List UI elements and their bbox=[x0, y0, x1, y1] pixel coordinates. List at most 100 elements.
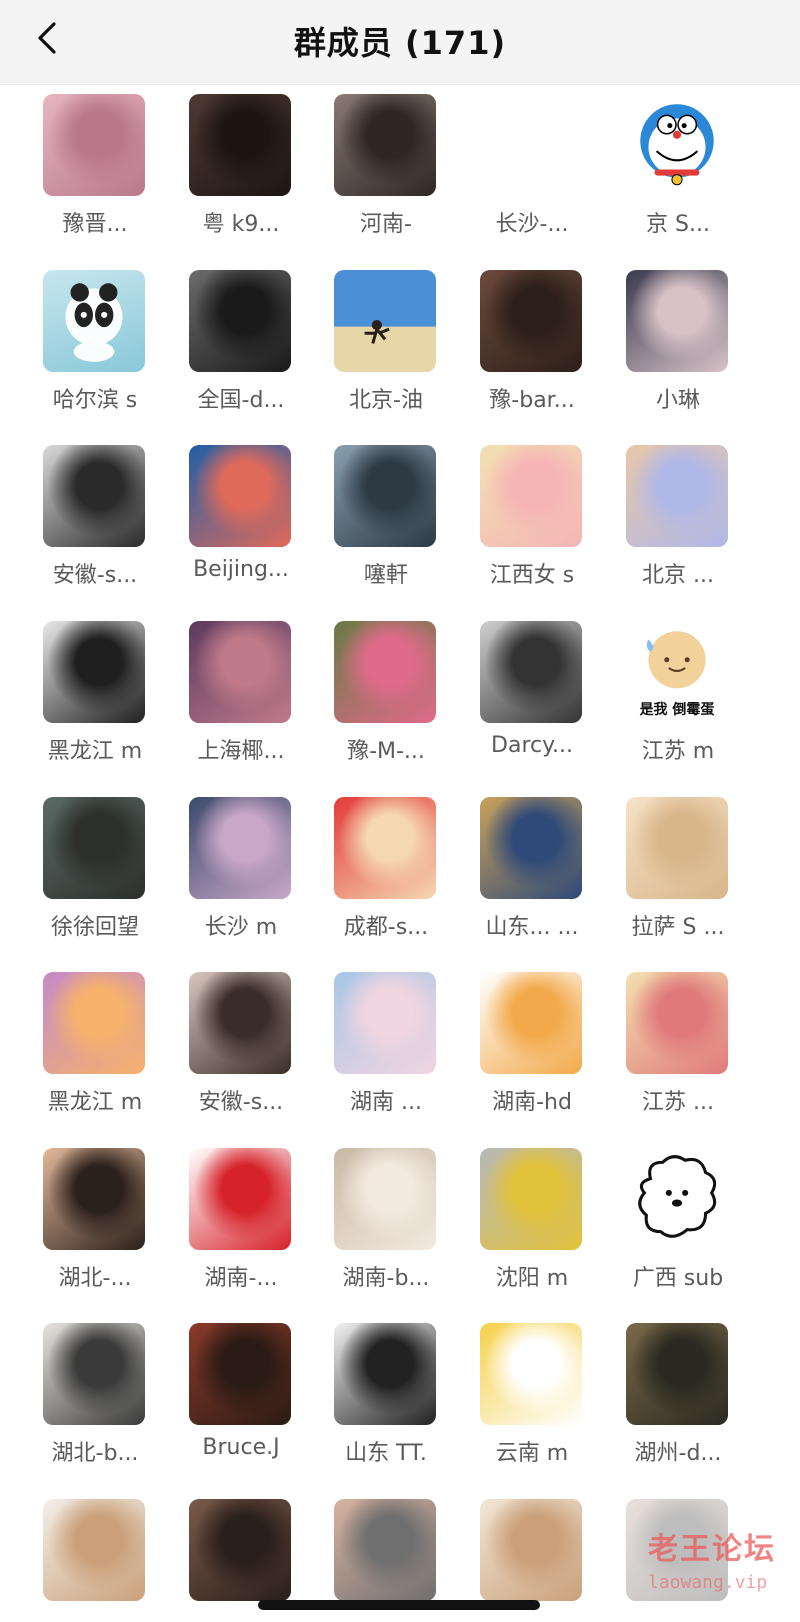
member-item[interactable]: 噻軒 bbox=[311, 437, 461, 607]
member-item[interactable]: 山东 TT. bbox=[311, 1315, 461, 1485]
member-name: 长沙-... bbox=[495, 212, 569, 237]
member-name: 噻軒 bbox=[363, 563, 408, 588]
member-item[interactable]: 豫-bar... bbox=[457, 262, 607, 432]
member-avatar bbox=[626, 797, 728, 899]
member-item[interactable] bbox=[603, 1491, 753, 1622]
member-avatar bbox=[480, 1323, 582, 1425]
member-item[interactable]: 山东... ... bbox=[457, 789, 607, 959]
member-name: 云南 m bbox=[495, 1441, 569, 1466]
member-name: 山东... ... bbox=[485, 915, 579, 940]
member-item[interactable]: 小琳 bbox=[603, 262, 753, 432]
member-avatar bbox=[480, 972, 582, 1074]
member-avatar bbox=[480, 797, 582, 899]
member-name: 湖北-b... bbox=[51, 1441, 139, 1466]
member-item[interactable]: 长沙-... bbox=[457, 86, 607, 256]
member-avatar bbox=[43, 445, 145, 547]
member-item[interactable]: 湖南-b... bbox=[311, 1140, 461, 1310]
member-item[interactable]: 是我 倒霉蛋 江苏 m bbox=[603, 613, 753, 783]
member-name: 小琳 bbox=[655, 388, 700, 413]
member-item[interactable]: 河南- bbox=[311, 86, 461, 256]
member-name: 成都-s... bbox=[343, 915, 429, 940]
member-avatar bbox=[480, 1499, 582, 1601]
member-name: 全国-d... bbox=[197, 388, 285, 413]
member-item[interactable]: 拉萨 S ... bbox=[603, 789, 753, 959]
member-item[interactable]: Beijing... bbox=[166, 437, 316, 607]
member-item[interactable]: 成都-s... bbox=[311, 789, 461, 959]
member-item[interactable]: 粤 k9... bbox=[166, 86, 316, 256]
member-avatar: 是我 倒霉蛋 bbox=[626, 621, 728, 723]
member-name: 湖南-b... bbox=[342, 1266, 430, 1291]
member-avatar bbox=[480, 270, 582, 372]
member-name: 粤 k9... bbox=[202, 212, 280, 237]
member-avatar bbox=[334, 445, 436, 547]
panda-avatar bbox=[65, 283, 123, 362]
member-avatar bbox=[43, 94, 145, 196]
member-name: 京 S... bbox=[646, 212, 710, 237]
member-avatar bbox=[43, 1499, 145, 1601]
member-item[interactable]: 湖南-hd bbox=[457, 964, 607, 1134]
member-item[interactable]: Bruce.J bbox=[166, 1315, 316, 1485]
member-avatar bbox=[626, 1499, 728, 1601]
member-name: 哈尔滨 s bbox=[52, 388, 138, 413]
member-avatar bbox=[43, 797, 145, 899]
member-avatar bbox=[189, 972, 291, 1074]
member-name: 湖南-hd bbox=[492, 1090, 572, 1115]
member-name: 豫-bar... bbox=[489, 388, 575, 413]
member-item[interactable]: 黑龙江 m bbox=[20, 613, 170, 783]
member-name: 河南- bbox=[360, 212, 412, 237]
member-name: 豫-M-... bbox=[347, 739, 425, 764]
sticker-caption: 是我 倒霉蛋 bbox=[639, 702, 715, 718]
member-name: 江苏 ... bbox=[642, 1090, 714, 1115]
group-members-screen: 群成员 (171) 豫晋... 粤 k9... 河南- 长沙-... 京 S... 哈尔滨… bbox=[0, 0, 800, 1622]
member-item[interactable]: 江西女 s bbox=[457, 437, 607, 607]
member-item[interactable]: 北京-油 bbox=[311, 262, 461, 432]
member-item[interactable]: 广西 sub bbox=[603, 1140, 753, 1310]
member-item[interactable]: 豫晋... bbox=[20, 86, 170, 256]
member-avatar bbox=[189, 270, 291, 372]
member-avatar bbox=[626, 270, 728, 372]
member-avatar bbox=[189, 1323, 291, 1425]
member-avatar bbox=[626, 445, 728, 547]
member-item[interactable]: 徐徐回望 bbox=[20, 789, 170, 959]
member-avatar bbox=[189, 94, 291, 196]
member-item[interactable]: 豫-M-... bbox=[311, 613, 461, 783]
member-item[interactable]: 沈阳 m bbox=[457, 1140, 607, 1310]
member-name: 湖北-... bbox=[58, 1266, 132, 1291]
member-item[interactable]: 京 S... bbox=[603, 86, 753, 256]
member-avatar bbox=[334, 1499, 436, 1601]
member-item[interactable]: 全国-d... bbox=[166, 262, 316, 432]
member-item[interactable]: 湖州-d... bbox=[603, 1315, 753, 1485]
member-name: 安徽-s... bbox=[198, 1090, 284, 1115]
member-avatar bbox=[334, 94, 436, 196]
member-item[interactable]: 哈尔滨 s bbox=[20, 262, 170, 432]
doraemon-avatar bbox=[640, 104, 714, 186]
member-item[interactable] bbox=[20, 1491, 170, 1622]
member-name: 山东 TT. bbox=[345, 1441, 427, 1466]
member-avatar bbox=[189, 1148, 291, 1250]
member-avatar bbox=[334, 972, 436, 1074]
member-item[interactable]: 安徽-s... bbox=[166, 964, 316, 1134]
member-avatar bbox=[43, 972, 145, 1074]
member-item[interactable]: 云南 m bbox=[457, 1315, 607, 1485]
member-name: Bruce.J bbox=[202, 1435, 280, 1460]
member-item[interactable]: 北京 ... bbox=[603, 437, 753, 607]
member-item[interactable]: 湖北-... bbox=[20, 1140, 170, 1310]
member-item[interactable]: 黑龙江 m bbox=[20, 964, 170, 1134]
member-avatar bbox=[480, 94, 582, 196]
member-item[interactable]: 江苏 ... bbox=[603, 964, 753, 1134]
member-item[interactable]: 湖南-... bbox=[166, 1140, 316, 1310]
member-avatar bbox=[189, 445, 291, 547]
member-name: 广西 sub bbox=[632, 1266, 724, 1291]
member-item[interactable]: 湖北-b... bbox=[20, 1315, 170, 1485]
member-item[interactable]: 上海椰... bbox=[166, 613, 316, 783]
member-name: 徐徐回望 bbox=[50, 915, 139, 940]
member-avatar bbox=[189, 621, 291, 723]
member-name: 黑龙江 m bbox=[47, 1090, 143, 1115]
member-avatar bbox=[43, 270, 145, 372]
member-item[interactable]: 安徽-s... bbox=[20, 437, 170, 607]
member-avatar bbox=[626, 1148, 728, 1250]
member-item[interactable]: 长沙 m bbox=[166, 789, 316, 959]
beach-avatar bbox=[364, 319, 390, 344]
member-item[interactable]: Darcy... bbox=[457, 613, 607, 783]
member-item[interactable]: 湖南 ... bbox=[311, 964, 461, 1134]
